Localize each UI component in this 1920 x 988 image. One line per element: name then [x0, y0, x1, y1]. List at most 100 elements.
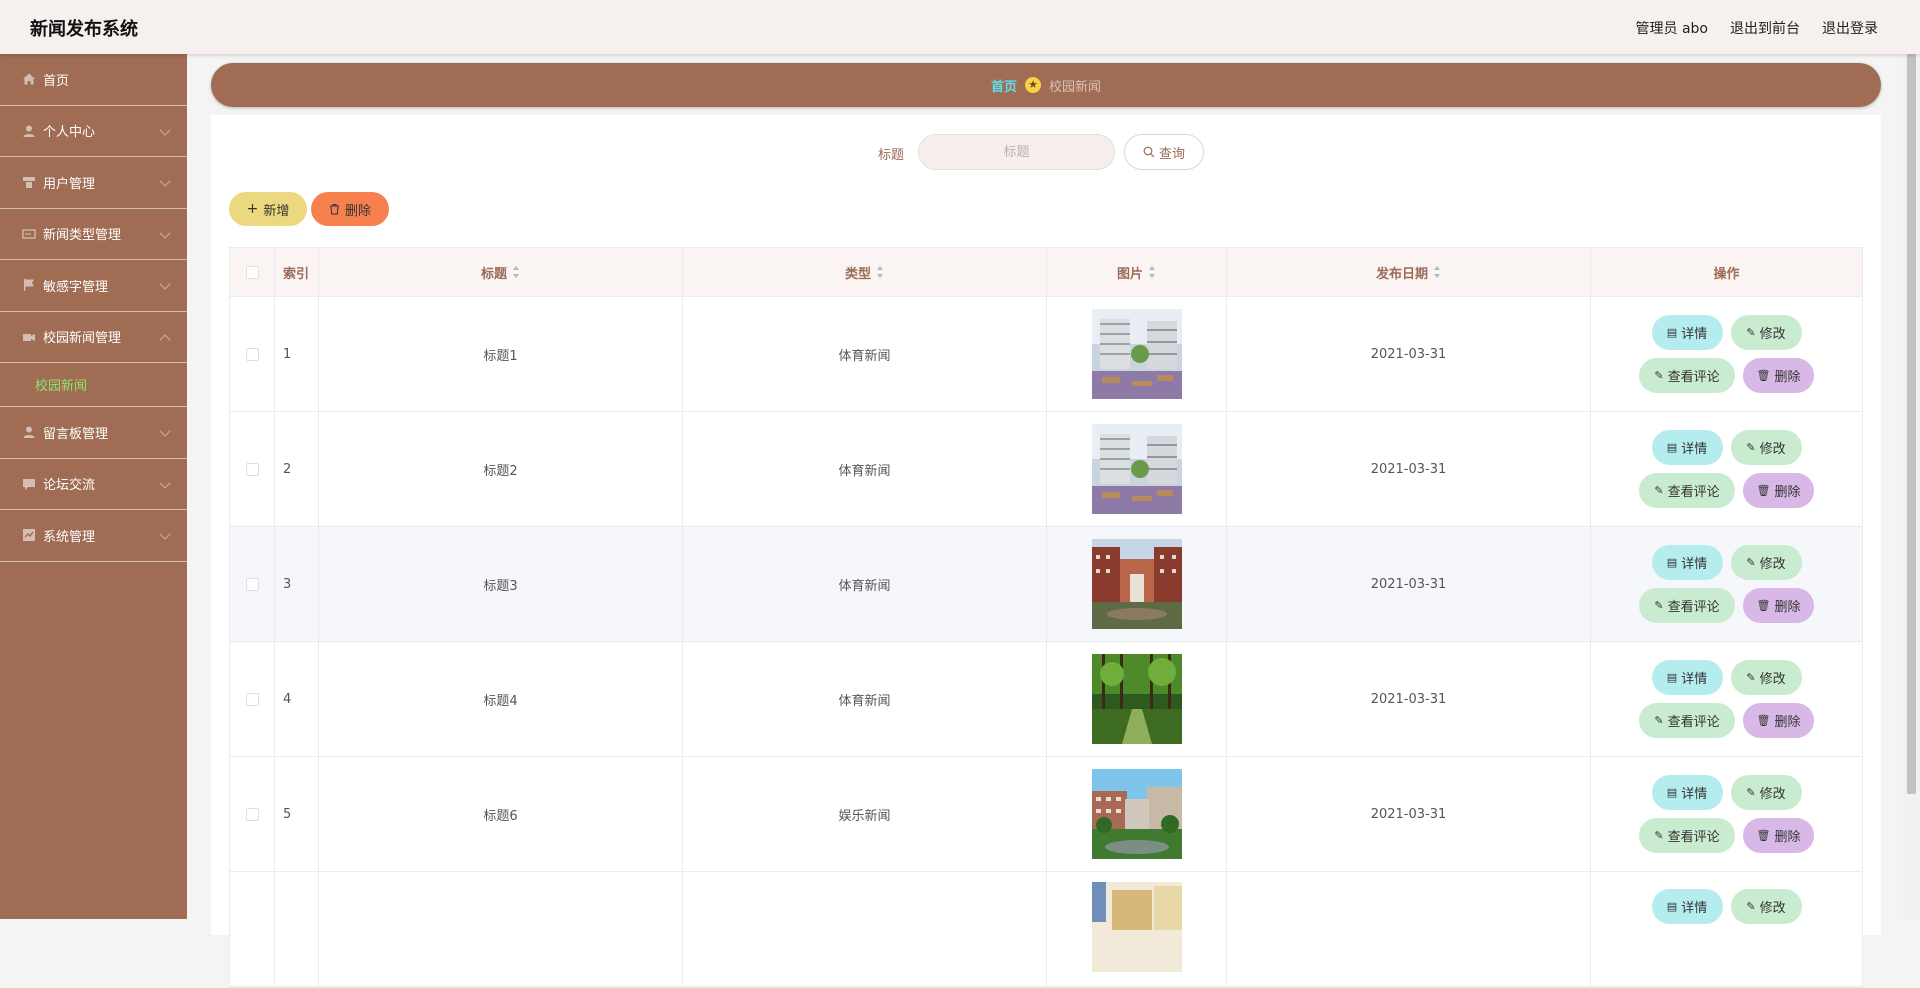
view-comments-button[interactable]: ✎ 查看评论: [1639, 358, 1735, 393]
row-checkbox[interactable]: [245, 577, 259, 591]
row-type: 体育新闻: [683, 297, 1047, 411]
sort-icon[interactable]: [1434, 266, 1441, 278]
edit-label: 修改: [1759, 327, 1786, 342]
view-comments-button[interactable]: ✎ 查看评论: [1639, 703, 1735, 738]
row-ops: ▤ 详情 ✎ 修改: [1591, 872, 1862, 986]
detail-button[interactable]: ▤ 详情: [1651, 545, 1723, 580]
pencil-icon: ✎: [1654, 484, 1664, 497]
row-title: 标题2: [319, 412, 683, 526]
row-checkbox[interactable]: [245, 807, 259, 821]
sidebar-item-profile[interactable]: 个人中心: [0, 106, 187, 157]
delete-button[interactable]: 🗑 删除: [1743, 358, 1814, 393]
sidebar-item-label: 校园新闻管理: [43, 331, 122, 347]
news-thumbnail[interactable]: [1091, 769, 1182, 859]
delete-label: 删除: [1774, 485, 1801, 500]
sidebar-item-system[interactable]: 系统管理: [0, 510, 187, 562]
detail-button[interactable]: ▤ 详情: [1651, 775, 1723, 810]
col-date[interactable]: 发布日期: [1227, 248, 1591, 296]
detail-button[interactable]: ▤ 详情: [1651, 430, 1723, 465]
to-front-link[interactable]: 退出到前台: [1730, 18, 1800, 38]
detail-button[interactable]: ▤ 详情: [1651, 315, 1723, 350]
pencil-icon: ✎: [1746, 900, 1756, 913]
sidebar-item-news-types[interactable]: 新闻类型管理: [0, 209, 187, 260]
chevron-down-icon: [159, 175, 171, 187]
sidebar-item-label: 首页: [43, 73, 70, 89]
row-date: 2021-03-31: [1227, 297, 1591, 411]
flag-icon: [24, 279, 34, 292]
row-select-cell: [230, 412, 275, 526]
query-label: 查询: [1158, 146, 1185, 162]
delete-button[interactable]: 🗑 删除: [1743, 473, 1814, 508]
news-thumbnail[interactable]: [1091, 654, 1182, 744]
table-row: 2 标题2 体育新闻 2021-03-31 ▤ 详情 ✎ 修改 ✎ 查看评论 🗑 删除: [230, 412, 1862, 527]
sort-icon[interactable]: [877, 266, 884, 278]
select-all-checkbox[interactable]: [245, 265, 259, 279]
row-select-cell: [230, 757, 275, 871]
edit-button[interactable]: ✎ 修改: [1730, 660, 1802, 695]
delete-label: 删除: [1774, 600, 1801, 615]
news-thumbnail[interactable]: [1091, 882, 1182, 972]
pencil-icon: ✎: [1654, 369, 1664, 382]
query-button[interactable]: 查询: [1124, 134, 1204, 170]
row-ops: ▤ 详情 ✎ 修改 ✎ 查看评论 🗑 删除: [1591, 757, 1862, 871]
table-row: 5 标题6 娱乐新闻 2021-03-31 ▤ 详情 ✎ 修改 ✎ 查看评论 🗑 删除: [230, 757, 1862, 872]
col-type[interactable]: 类型: [683, 248, 1047, 296]
pencil-icon: ✎: [1746, 326, 1756, 339]
main-panel: 标题 查询 + 新增 删除 索引 标题 类型 图片 发布日期 操作 1 标题1 …: [211, 115, 1881, 988]
edit-button[interactable]: ✎ 修改: [1730, 775, 1802, 810]
view-comments-button[interactable]: ✎ 查看评论: [1639, 473, 1735, 508]
pencil-icon: ✎: [1746, 441, 1756, 454]
page-scrollbar[interactable]: [1903, 54, 1920, 919]
view-comments-button[interactable]: ✎ 查看评论: [1639, 818, 1735, 853]
logout-link[interactable]: 退出登录: [1822, 18, 1878, 38]
row-checkbox[interactable]: [245, 692, 259, 706]
col-date-label: 发布日期: [1375, 266, 1428, 282]
sort-icon[interactable]: [1149, 266, 1156, 278]
chevron-down-icon: [159, 226, 171, 239]
sidebar-item-home[interactable]: 首页: [0, 54, 187, 106]
news-thumbnail[interactable]: [1091, 309, 1182, 399]
delete-button[interactable]: 🗑 删除: [1743, 818, 1814, 853]
admin-label[interactable]: 管理员 abo: [1636, 18, 1708, 38]
delete-button[interactable]: 🗑 删除: [1743, 588, 1814, 623]
row-checkbox[interactable]: [245, 462, 259, 476]
top-links: 管理员 abo 退出到前台 退出登录: [1636, 18, 1878, 38]
add-button[interactable]: + 新增: [229, 192, 307, 226]
edit-button[interactable]: ✎ 修改: [1730, 315, 1802, 350]
row-checkbox[interactable]: [245, 347, 259, 361]
sidebar-item-forum[interactable]: 论坛交流: [0, 459, 187, 510]
view-comments-button[interactable]: ✎ 查看评论: [1639, 588, 1735, 623]
row-index: 3: [275, 527, 319, 641]
plus-icon: +: [246, 201, 259, 217]
detail-button[interactable]: ▤ 详情: [1651, 660, 1723, 695]
row-select-cell: [230, 527, 275, 641]
delete-selected-button[interactable]: 删除: [311, 192, 389, 226]
news-thumbnail[interactable]: [1091, 539, 1182, 629]
sidebar-subitem-campus-news[interactable]: 校园新闻: [0, 363, 187, 407]
scrollbar-thumb[interactable]: [1907, 54, 1916, 794]
col-title-label: 标题: [480, 266, 507, 282]
delete-button[interactable]: 🗑 删除: [1743, 703, 1814, 738]
trash-icon: [329, 204, 339, 215]
comment-label: 查看评论: [1667, 715, 1720, 730]
sidebar-item-campus-news[interactable]: 校园新闻管理: [0, 312, 187, 363]
row-date: [1227, 872, 1591, 986]
row-title: 标题3: [319, 527, 683, 641]
search-icon: [1143, 146, 1155, 158]
breadcrumb-home[interactable]: 首页: [991, 76, 1017, 95]
news-thumbnail[interactable]: [1091, 424, 1182, 514]
sidebar-item-users[interactable]: 用户管理: [0, 157, 187, 209]
pencil-icon: ✎: [1654, 829, 1664, 842]
sidebar-item-sensitive-words[interactable]: 敏感字管理: [0, 260, 187, 312]
detail-label: 详情: [1681, 442, 1708, 457]
sort-icon[interactable]: [513, 266, 520, 278]
detail-label: 详情: [1681, 672, 1708, 687]
row-title: [319, 872, 683, 986]
sidebar-item-message-board[interactable]: 留言板管理: [0, 407, 187, 459]
col-image[interactable]: 图片: [1047, 248, 1227, 296]
search-input[interactable]: [918, 134, 1115, 170]
col-title[interactable]: 标题: [319, 248, 683, 296]
edit-button[interactable]: ✎ 修改: [1730, 545, 1802, 580]
row-title: 标题1: [319, 297, 683, 411]
edit-button[interactable]: ✎ 修改: [1730, 430, 1802, 465]
